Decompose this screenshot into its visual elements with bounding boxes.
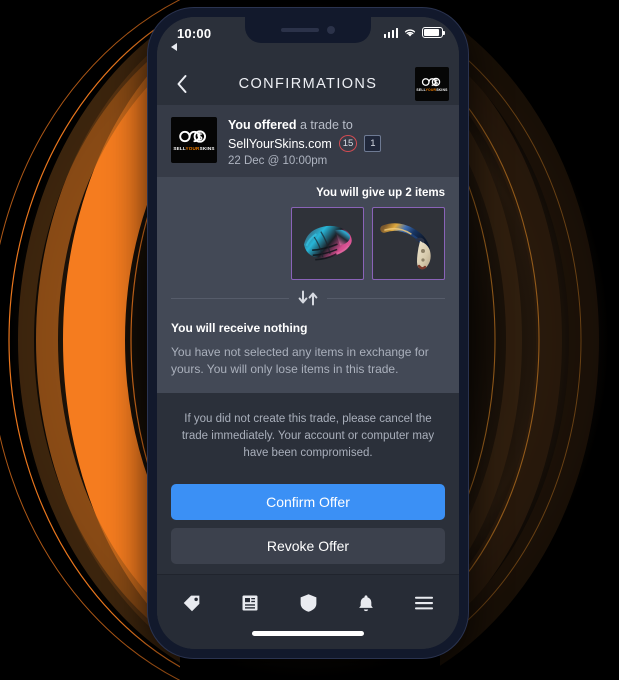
knife-item[interactable]: [372, 207, 445, 280]
trade-timestamp: 22 Dec @ 10:00pm: [228, 155, 328, 167]
status-icons: [383, 27, 445, 38]
trade-action-bold: You offered: [228, 118, 297, 132]
back-button[interactable]: [167, 69, 197, 99]
home-indicator-area: [157, 631, 459, 649]
app-logo-icon[interactable]: SELLYOURSKINS: [415, 67, 449, 101]
trade-partner-name: SellYourSkins.com: [228, 136, 332, 151]
cellular-signal-icon: [383, 27, 398, 38]
nav-tag[interactable]: [172, 584, 212, 622]
nav-shield[interactable]: [288, 584, 328, 622]
hamburger-menu-icon: [415, 596, 433, 610]
trade-partner-line: SellYourSkins.com 15 1: [228, 135, 382, 152]
chevron-left-icon: [177, 75, 187, 93]
gloves-item[interactable]: [291, 207, 364, 280]
phone-screen: 10:00 CONFIRMATIONS SELLYOURSKINS SELLYO…: [157, 17, 459, 649]
receive-description: You have not selected any items in excha…: [171, 345, 429, 377]
phone-device: 10:00 CONFIRMATIONS SELLYOURSKINS SELLYO…: [148, 8, 468, 658]
shield-icon: [300, 594, 316, 612]
status-bar: 10:00: [157, 17, 459, 63]
trade-action-rest: a trade to: [296, 118, 353, 132]
brand-wordmark: SELLYOURSKINS: [416, 87, 448, 92]
front-camera-icon: [327, 26, 335, 34]
back-triangle-icon[interactable]: [171, 43, 177, 51]
status-badge-count: 15: [338, 135, 358, 152]
receive-block: You will receive nothing You have not se…: [157, 317, 459, 393]
earpiece-speaker: [281, 28, 319, 32]
infinity-dollar-logo: [421, 77, 441, 86]
items-panel: You will give up 2 items: [157, 177, 459, 317]
sellyourskins-avatar-icon: SELLYOURSKINS: [171, 117, 217, 163]
csgo-karambit-knife-icon: [379, 222, 431, 269]
confirm-offer-button[interactable]: Confirm Offer: [171, 484, 445, 520]
status-time: 10:00: [177, 26, 212, 41]
article-icon: [242, 595, 258, 611]
scene: 10:00 CONFIRMATIONS SELLYOURSKINS SELLYO…: [0, 0, 619, 680]
infinity-dollar-logo: [179, 130, 206, 143]
wifi-icon: [404, 29, 416, 37]
item-list: [171, 207, 445, 280]
nav-menu[interactable]: [404, 584, 444, 622]
phone-notch: [245, 17, 371, 43]
brand-wordmark: SELLYOURSKINS: [173, 146, 215, 151]
compromise-warning: If you did not create this trade, please…: [157, 392, 459, 479]
action-buttons: Confirm Offer Revoke Offer: [157, 484, 459, 574]
battery-full-icon: [422, 27, 445, 38]
trade-action-line: You offered a trade to: [228, 118, 381, 132]
give-up-label: You will give up 2 items: [316, 187, 445, 199]
swap-divider: [171, 290, 445, 306]
status-badge-level: 1: [364, 135, 382, 152]
page-title: CONFIRMATIONS: [238, 76, 378, 92]
csgo-gloves-icon: [303, 225, 352, 261]
tag-icon: [183, 595, 200, 612]
swap-arrows-icon: [289, 290, 327, 306]
trade-meta: You offered a trade to SellYourSkins.com…: [228, 117, 382, 167]
receive-title: You will receive nothing: [171, 321, 308, 335]
bottom-navigation: [157, 574, 459, 631]
revoke-offer-button[interactable]: Revoke Offer: [171, 528, 445, 564]
home-indicator[interactable]: [252, 631, 364, 636]
trade-summary-header: SELLYOURSKINS You offered a trade to Sel…: [157, 105, 459, 177]
nav-alerts[interactable]: [346, 584, 386, 622]
app-header: CONFIRMATIONS SELLYOURSKINS: [157, 63, 459, 105]
bell-icon: [359, 594, 373, 611]
content-area: SELLYOURSKINS You offered a trade to Sel…: [157, 105, 459, 574]
nav-news[interactable]: [230, 584, 270, 622]
